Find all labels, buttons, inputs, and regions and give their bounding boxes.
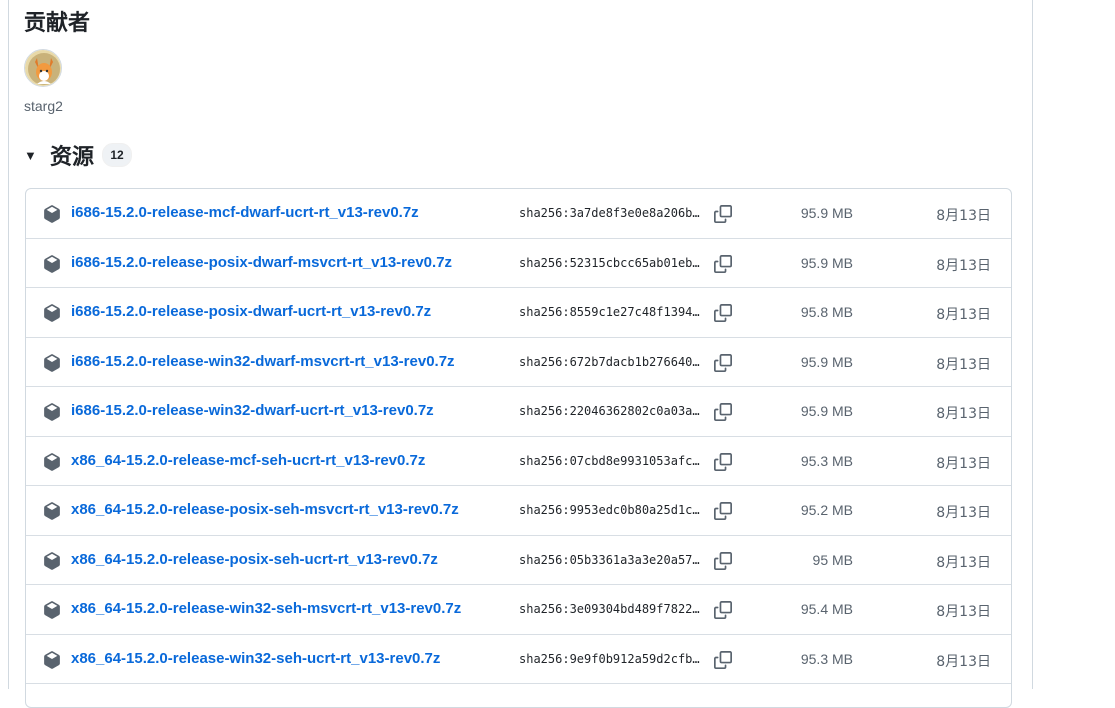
asset-size: 95.9 MB bbox=[800, 403, 853, 419]
asset-link[interactable]: i686-15.2.0-release-posix-dwarf-msvcrt-r… bbox=[71, 254, 452, 271]
copy-icon[interactable] bbox=[712, 550, 734, 572]
assets-list: i686-15.2.0-release-mcf-dwarf-ucrt-rt_v1… bbox=[25, 188, 1012, 708]
asset-row: x86_64-15.2.0-release-mcf-seh-ucrt-rt_v1… bbox=[26, 437, 1011, 486]
contributor-name[interactable]: starg2 bbox=[24, 98, 63, 114]
asset-date: 8月13日 bbox=[936, 307, 991, 323]
asset-sha: sha256:22046362802c0a03a… bbox=[519, 404, 700, 418]
asset-date: 8月13日 bbox=[936, 653, 991, 670]
asset-sha: sha256:8559c1e27c48f1394… bbox=[519, 305, 700, 319]
asset-row: x86_64-15.2.0-release-posix-seh-msvcrt-r… bbox=[26, 486, 1011, 536]
asset-row: x86_64-15.2.0-release-posix-seh-ucrt-rt_… bbox=[26, 536, 1011, 585]
asset-size: 95 MB bbox=[812, 551, 853, 568]
asset-link[interactable]: i686-15.2.0-release-win32-dwarf-ucrt-rt_… bbox=[71, 402, 434, 419]
assets-count-badge: 12 bbox=[102, 143, 133, 167]
asset-sha: sha256:672b7dacb1b276640… bbox=[519, 354, 700, 369]
asset-link[interactable]: x86_64-15.2.0-release-win32-seh-msvcrt-r… bbox=[71, 600, 461, 617]
package-icon bbox=[43, 601, 61, 619]
asset-size: 95.3 MB bbox=[800, 452, 853, 469]
copy-icon[interactable] bbox=[712, 352, 734, 374]
asset-size: 95.9 MB bbox=[800, 205, 853, 221]
asset-sha: sha256:52315cbcc65ab01eb… bbox=[519, 255, 700, 270]
asset-date: 8月13日 bbox=[936, 356, 991, 373]
asset-sha: sha256:3e09304bd489f7822… bbox=[519, 602, 700, 616]
asset-date: 8月13日 bbox=[936, 208, 991, 224]
asset-row: i686-15.2.0-release-win32-dwarf-ucrt-rt_… bbox=[26, 387, 1011, 437]
copy-icon[interactable] bbox=[712, 302, 734, 324]
asset-size: 95.9 MB bbox=[800, 254, 853, 271]
asset-size: 95.9 MB bbox=[800, 353, 853, 370]
copy-icon[interactable] bbox=[712, 203, 734, 225]
package-icon bbox=[43, 551, 61, 570]
copy-icon[interactable] bbox=[712, 451, 734, 473]
asset-link[interactable]: x86_64-15.2.0-release-win32-seh-ucrt-rt_… bbox=[71, 650, 440, 667]
asset-row: i686-15.2.0-release-win32-dwarf-msvcrt-r… bbox=[26, 338, 1011, 387]
asset-date: 8月13日 bbox=[936, 554, 991, 571]
asset-link[interactable]: i686-15.2.0-release-posix-dwarf-ucrt-rt_… bbox=[71, 303, 431, 320]
package-icon bbox=[43, 254, 61, 273]
asset-sha: sha256:9953edc0b80a25d1c… bbox=[519, 503, 700, 517]
assets-heading: 资源 bbox=[50, 145, 95, 170]
assets-toggle[interactable]: ▼ 资源 12 bbox=[24, 141, 133, 170]
contributors-heading: 贡献者 bbox=[24, 11, 91, 36]
package-icon bbox=[43, 304, 61, 322]
copy-icon[interactable] bbox=[712, 500, 734, 522]
asset-date: 8月13日 bbox=[936, 455, 991, 472]
package-icon bbox=[43, 205, 61, 223]
copy-icon[interactable] bbox=[712, 401, 734, 423]
asset-sha: sha256:9e9f0b912a59d2cfb… bbox=[519, 651, 700, 666]
asset-row: i686-15.2.0-release-posix-dwarf-ucrt-rt_… bbox=[26, 288, 1011, 338]
asset-link[interactable]: i686-15.2.0-release-mcf-dwarf-ucrt-rt_v1… bbox=[71, 204, 419, 221]
asset-size: 95.2 MB bbox=[800, 502, 853, 518]
asset-link[interactable]: x86_64-15.2.0-release-posix-seh-msvcrt-r… bbox=[71, 501, 459, 518]
asset-row: i686-15.2.0-release-posix-dwarf-msvcrt-r… bbox=[26, 239, 1011, 288]
asset-date: 8月13日 bbox=[936, 604, 991, 620]
asset-link[interactable]: x86_64-15.2.0-release-mcf-seh-ucrt-rt_v1… bbox=[71, 452, 425, 469]
asset-size: 95.3 MB bbox=[800, 650, 853, 667]
asset-row: i686-15.2.0-release-mcf-dwarf-ucrt-rt_v1… bbox=[26, 189, 1011, 239]
avatar[interactable] bbox=[24, 49, 62, 87]
package-icon bbox=[43, 452, 61, 471]
copy-icon[interactable] bbox=[712, 649, 734, 671]
copy-icon[interactable] bbox=[712, 599, 734, 621]
asset-date: 8月13日 bbox=[936, 505, 991, 521]
package-icon bbox=[43, 353, 61, 372]
asset-sha: sha256:3a7de8f3e0e8a206b… bbox=[519, 206, 700, 220]
package-icon bbox=[43, 502, 61, 520]
package-icon bbox=[43, 650, 61, 669]
asset-row: x86_64-15.2.0-release-win32-seh-ucrt-rt_… bbox=[26, 635, 1011, 684]
package-icon bbox=[43, 403, 61, 421]
asset-sha: sha256:05b3361a3a3e20a57… bbox=[519, 552, 700, 567]
asset-link[interactable]: x86_64-15.2.0-release-posix-seh-ucrt-rt_… bbox=[71, 551, 438, 568]
asset-sha: sha256:07cbd8e9931053afc… bbox=[519, 453, 700, 468]
asset-size: 95.4 MB bbox=[800, 601, 853, 617]
asset-date: 8月13日 bbox=[936, 257, 991, 274]
asset-row: x86_64-15.2.0-release-win32-seh-msvcrt-r… bbox=[26, 585, 1011, 635]
asset-size: 95.8 MB bbox=[800, 304, 853, 320]
triangle-down-icon: ▼ bbox=[24, 147, 37, 163]
asset-date: 8月13日 bbox=[936, 406, 991, 422]
copy-icon[interactable] bbox=[712, 253, 734, 275]
asset-link[interactable]: i686-15.2.0-release-win32-dwarf-msvcrt-r… bbox=[71, 353, 455, 370]
